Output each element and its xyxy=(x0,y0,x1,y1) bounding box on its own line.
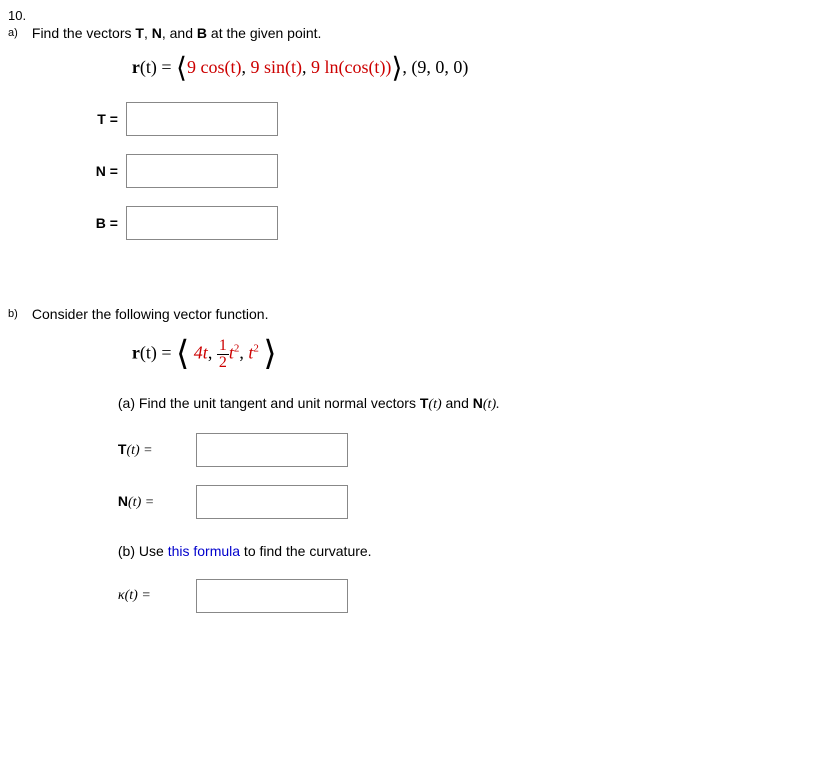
vector-T: T xyxy=(135,25,144,41)
component-1: 4t xyxy=(194,343,208,363)
part-a-prompt: Find the vectors T, N, and B at the give… xyxy=(32,25,792,41)
sep: , xyxy=(302,57,311,77)
input-Nt[interactable] xyxy=(196,485,348,519)
sep: , xyxy=(208,343,217,363)
equation-b: r(t) = ⟨ 4t, 12t2, t2 ⟩ xyxy=(132,338,792,371)
sep: , xyxy=(239,343,248,363)
vector-N: N xyxy=(473,395,483,411)
fraction: 12 xyxy=(217,338,229,371)
eq-arg: (t) = xyxy=(140,57,176,77)
prompt-text: , and xyxy=(162,25,197,41)
arg-t: (t) xyxy=(428,397,441,412)
answer-row-N: N = xyxy=(60,154,792,188)
vector-B: B xyxy=(197,25,207,41)
answer-row-B: B = xyxy=(60,206,792,240)
part-b: b) Consider the following vector functio… xyxy=(8,306,808,631)
eq-r: r xyxy=(132,343,140,363)
input-T[interactable] xyxy=(126,102,278,136)
frac-den: 2 xyxy=(217,355,229,371)
component-3-exp: 2 xyxy=(253,343,259,355)
part-a-label: a) xyxy=(8,27,28,39)
eq-r: r xyxy=(132,57,140,77)
input-B[interactable] xyxy=(126,206,278,240)
label-T: T = xyxy=(60,111,126,127)
component-1: 9 cos(t) xyxy=(187,57,241,77)
part-b-prompt: Consider the following vector function. xyxy=(32,306,792,322)
label-Tt: T(t) = xyxy=(118,441,196,459)
label-N-bold: N xyxy=(118,493,128,509)
label-T-arg: (t) = xyxy=(126,443,152,458)
equation-a: r(t) = ⟨9 cos(t), 9 sin(t), 9 ln(cos(t))… xyxy=(132,57,792,78)
bracket-close: ⟩ xyxy=(391,53,402,84)
label-N: N = xyxy=(60,163,126,179)
answer-row-T: T = xyxy=(60,102,792,136)
input-Tt[interactable] xyxy=(196,433,348,467)
label-N-arg: (t) = xyxy=(128,495,154,510)
part-a: a) Find the vectors T, N, and B at the g… xyxy=(8,25,808,258)
part-b-label: b) xyxy=(8,308,28,320)
question-number: 10. xyxy=(8,8,808,23)
bracket-open: ⟨ xyxy=(176,336,189,373)
answer-row-kappa: κ(t) = xyxy=(118,579,792,613)
point: , (9, 0, 0) xyxy=(402,57,468,77)
sub-b-prompt: (b) Use this formula to find the curvatu… xyxy=(118,543,792,559)
kappa-arg: (t) = xyxy=(125,588,151,603)
sub-a-text: and xyxy=(442,395,473,411)
prompt-text: , xyxy=(144,25,152,41)
arg-t: (t). xyxy=(483,397,500,412)
input-kappa[interactable] xyxy=(196,579,348,613)
eq-arg: (t) = xyxy=(140,343,176,363)
component-2: 9 sin(t) xyxy=(250,57,302,77)
frac-num: 1 xyxy=(217,338,229,355)
formula-link[interactable]: this formula xyxy=(168,543,240,559)
kappa-sym: κ xyxy=(118,588,125,603)
label-Nt: N(t) = xyxy=(118,493,196,511)
answer-row-Nt: N(t) = xyxy=(118,485,792,519)
answer-row-Tt: T(t) = xyxy=(118,433,792,467)
input-N[interactable] xyxy=(126,154,278,188)
sub-a-prompt: (a) Find the unit tangent and unit norma… xyxy=(118,395,792,413)
sub-b-text: to find the curvature. xyxy=(240,543,372,559)
label-B: B = xyxy=(60,215,126,231)
prompt-text: Find the vectors xyxy=(32,25,136,41)
bracket-open: ⟨ xyxy=(176,53,187,84)
sub-b-text: (b) Use xyxy=(118,543,168,559)
bracket-close: ⟩ xyxy=(263,336,276,373)
component-3: 9 ln(cos(t)) xyxy=(311,57,391,77)
label-kappa: κ(t) = xyxy=(118,588,196,604)
prompt-text: at the given point. xyxy=(207,25,321,41)
vector-N: N xyxy=(152,25,162,41)
sub-a-text: (a) Find the unit tangent and unit norma… xyxy=(118,395,420,411)
